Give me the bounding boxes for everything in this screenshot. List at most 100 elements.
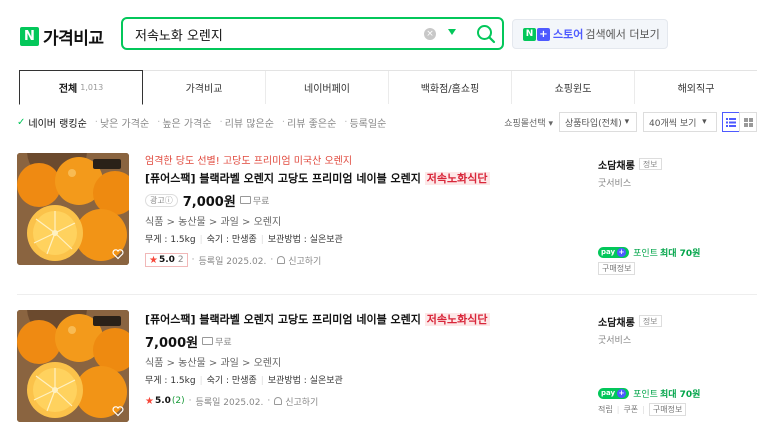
check-icon: ✓ bbox=[17, 116, 26, 128]
pay-max: 최대 70원 bbox=[659, 248, 701, 259]
review-count[interactable]: (2) bbox=[172, 396, 185, 406]
per-page-label: 40개씩 보기 bbox=[649, 118, 697, 129]
tag-coupon[interactable]: 쿠폰 bbox=[623, 404, 638, 415]
rating-value[interactable]: 5.0 bbox=[155, 396, 171, 406]
spec-ripeness: 숙기 : 만생종 bbox=[206, 235, 257, 245]
spec-weight: 무게 : 1.5kg bbox=[145, 376, 196, 386]
sort-best-reviews[interactable]: · 리뷰 좋은순 bbox=[282, 115, 336, 130]
heart-icon[interactable] bbox=[112, 405, 124, 417]
bell-icon bbox=[274, 397, 283, 405]
seller-info: 소담채롱 정보 굿서비스 pay + 포인트 최대 70원 구매정보 bbox=[598, 150, 758, 275]
tab-label: 전체 bbox=[58, 84, 78, 95]
price-row: 7,000원 무료 bbox=[145, 330, 575, 352]
product-title-link[interactable]: [퓨어스팩] 블랙라벨 오렌지 고당도 프리미엄 네이블 오렌지 저속노화식단 bbox=[145, 170, 575, 187]
list-view-button[interactable] bbox=[722, 112, 740, 132]
product-title-link[interactable]: [퓨어스팩] 블랙라벨 오렌지 고당도 프리미엄 네이블 오렌지 저속노화식단 bbox=[145, 311, 575, 328]
per-page-select[interactable]: 40개씩 보기 ▾ bbox=[643, 112, 717, 132]
report-link[interactable]: 신고하기 bbox=[288, 254, 321, 267]
naver-price-compare-logo[interactable]: N 가격비교 bbox=[20, 24, 104, 49]
seller-name[interactable]: 소담채롱 bbox=[598, 157, 635, 172]
sort-bar: ✓ 네이버 랭킹순 · 낮은 가격순 · 높은 가격순 · 리뷰 많은순 · 리뷰 좋은… bbox=[17, 111, 757, 133]
registered-date: 등록일 2025.02. bbox=[195, 397, 264, 408]
grid-view-icon bbox=[743, 117, 753, 127]
buy-info-tag[interactable]: 구매정보 bbox=[648, 403, 687, 416]
search-input[interactable] bbox=[135, 25, 415, 43]
store-button-label: 검색에서 더보기 bbox=[585, 28, 660, 41]
pay-point-label: 포인트 bbox=[633, 389, 658, 400]
naver-pay-point: pay + 포인트 최대 70원 bbox=[598, 385, 758, 401]
spec-storage: 보관방법 : 실온보관 bbox=[267, 376, 343, 386]
meta-row: ★ 5.0 (2) · 등록일 2025.02. · 신고하기 bbox=[145, 392, 575, 410]
sort-most-reviews[interactable]: · 리뷰 많은순 bbox=[220, 115, 274, 130]
tab-all[interactable]: 전체 1,013 bbox=[19, 70, 143, 105]
product-info: [퓨어스팩] 블랙라벨 오렌지 고당도 프리미엄 네이블 오렌지 저속노화식단 … bbox=[145, 307, 575, 410]
seller-info-tag[interactable]: 정보 bbox=[638, 315, 662, 327]
product-item: 엄격한 당도 선별! 고당도 프리미엄 미국산 오렌지 [퓨어스팩] 블랙라벨 … bbox=[17, 150, 757, 288]
category-tabs: 전체 1,013 가격비교 네이버페이 백화점/홈쇼핑 쇼핑윈도 해외직구 bbox=[19, 70, 757, 105]
tab-shopping-window[interactable]: 쇼핑윈도 bbox=[512, 71, 635, 104]
sort-high-price[interactable]: · 높은 가격순 bbox=[157, 115, 211, 130]
npay-label: pay bbox=[601, 389, 616, 397]
naver-pay-point: pay + 포인트 최대 70원 bbox=[598, 244, 758, 260]
tab-price-compare[interactable]: 가격비교 bbox=[143, 71, 266, 104]
promo-text: 엄격한 당도 선별! 고당도 프리미엄 미국산 오렌지 bbox=[145, 156, 353, 167]
plus-icon: + bbox=[617, 247, 627, 257]
report-link[interactable]: 신고하기 bbox=[285, 395, 318, 408]
sort-naver-ranking[interactable]: ✓ 네이버 랭킹순 bbox=[17, 115, 87, 130]
category-path[interactable]: 식품 > 농산물 > 과일 > 오렌지 bbox=[145, 356, 575, 372]
sort-low-price[interactable]: · 낮은 가격순 bbox=[95, 115, 149, 130]
spec-weight: 무게 : 1.5kg bbox=[145, 235, 196, 245]
store-search-button[interactable]: N + 스토어 검색에서 더보기 bbox=[512, 19, 668, 49]
search-button[interactable] bbox=[475, 23, 497, 45]
tab-naver-pay[interactable]: 네이버페이 bbox=[266, 71, 389, 104]
category-path[interactable]: 식품 > 농산물 > 과일 > 오렌지 bbox=[145, 215, 575, 231]
truck-icon bbox=[202, 337, 214, 345]
product-info: 엄격한 당도 선별! 고당도 프리미엄 미국산 오렌지 [퓨어스팩] 블랙라벨 … bbox=[145, 150, 575, 269]
product-image[interactable] bbox=[17, 153, 129, 265]
rating-box[interactable]: ★ 5.0 2 bbox=[145, 253, 188, 267]
seller-spacer bbox=[598, 192, 758, 244]
bell-icon bbox=[277, 256, 286, 264]
ad-badge[interactable]: 광고ⓘ bbox=[145, 193, 178, 207]
seller-info-tag[interactable]: 정보 bbox=[638, 158, 662, 170]
dot-icon: · bbox=[157, 116, 161, 128]
tab-label: 쇼핑윈도 bbox=[554, 84, 592, 95]
spec-divider: | bbox=[260, 376, 264, 386]
dot-icon: · bbox=[94, 116, 98, 128]
heart-icon[interactable] bbox=[112, 248, 124, 260]
sort-label: 낮은 가격순 bbox=[99, 118, 150, 130]
meta-row: ★ 5.0 2 · 등록일 2025.02. · 신고하기 bbox=[145, 251, 575, 269]
buy-info-tag[interactable]: 구매정보 bbox=[598, 262, 636, 275]
product-type-select[interactable]: 상품타입(전체) ▾ bbox=[559, 112, 637, 132]
product-image[interactable] bbox=[17, 310, 129, 422]
tag-point[interactable]: 적립 bbox=[598, 404, 613, 415]
truck-icon bbox=[239, 196, 251, 204]
dot-icon: · bbox=[344, 116, 348, 128]
mall-select-label: 쇼핑몰선택 bbox=[504, 118, 546, 129]
grid-view-button[interactable] bbox=[739, 112, 757, 132]
clear-search-icon[interactable]: × bbox=[424, 28, 436, 40]
tab-label: 네이버페이 bbox=[304, 84, 350, 95]
mall-select[interactable]: 쇼핑몰선택 ▾ bbox=[504, 116, 553, 129]
sort-label: 리뷰 많은순 bbox=[224, 118, 274, 130]
product-type-label: 상품타입(전체) bbox=[565, 118, 622, 129]
title-highlight: 저속노화식단 bbox=[424, 172, 490, 185]
title-main: [퓨어스팩] 블랙라벨 오렌지 고당도 프리미엄 네이블 오렌지 bbox=[145, 172, 421, 185]
tab-department-homeshopping[interactable]: 백화점/홈쇼핑 bbox=[389, 71, 512, 104]
pay-max: 최대 70원 bbox=[659, 389, 701, 400]
seller-info: 소담채롱 정보 굿서비스 pay + 포인트 최대 70원 적립 | 쿠폰 | 구… bbox=[598, 307, 758, 416]
rating-value: 5.0 bbox=[158, 255, 175, 265]
seller-name[interactable]: 소담채롱 bbox=[598, 314, 635, 329]
plus-icon: + bbox=[617, 388, 627, 398]
price: 7,000원 bbox=[182, 194, 236, 210]
sort-label: 네이버 랭킹순 bbox=[28, 118, 87, 130]
tab-overseas[interactable]: 해외직구 bbox=[635, 71, 757, 104]
sort-registered[interactable]: · 등록일순 bbox=[344, 115, 386, 130]
dot-icon: · bbox=[188, 396, 192, 406]
autocomplete-toggle-icon[interactable] bbox=[448, 29, 456, 35]
logo-text: 가격비교 bbox=[43, 29, 104, 49]
spec-row: 무게 : 1.5kg | 숙기 : 만생종 | 보관방법 : 실온보관 bbox=[145, 231, 575, 249]
pay-point-label: 포인트 bbox=[633, 248, 658, 259]
tag-divider: | bbox=[616, 405, 620, 414]
dot-icon: · bbox=[281, 116, 286, 128]
